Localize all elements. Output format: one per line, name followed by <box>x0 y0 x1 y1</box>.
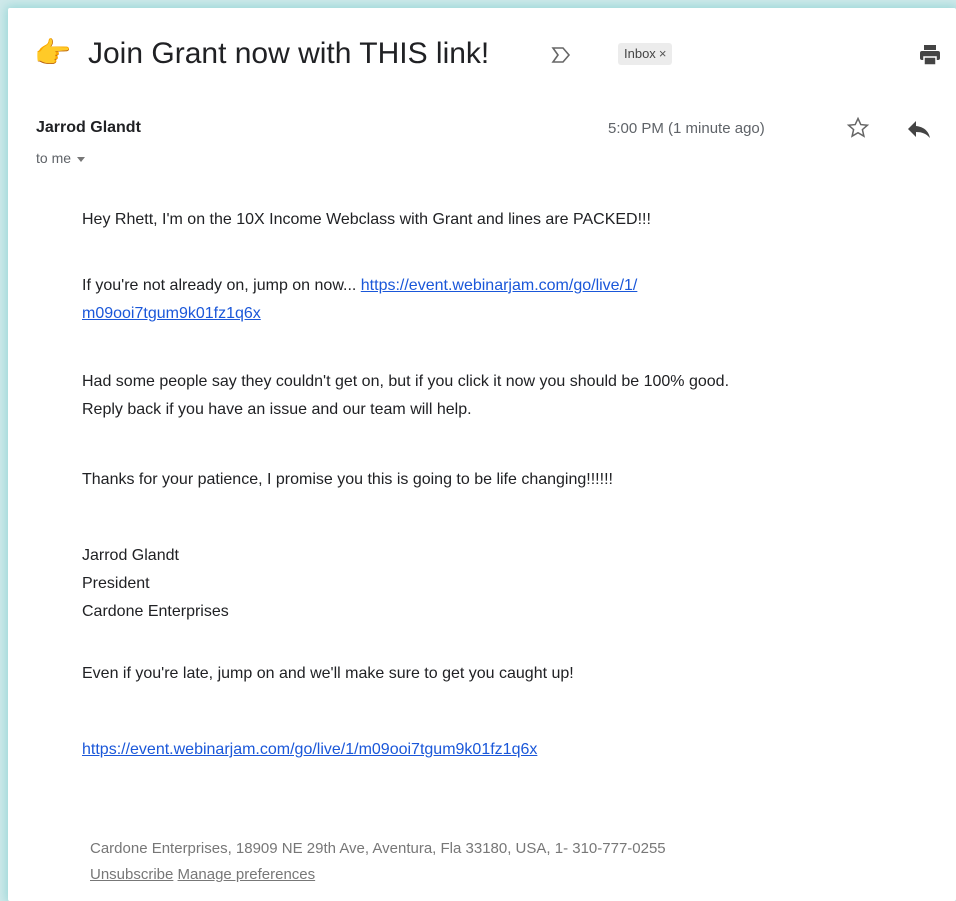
recipient-details[interactable]: to me <box>36 150 86 166</box>
body-paragraph-thanks: Thanks for your patience, I promise you … <box>82 471 613 488</box>
body-paragraph-link: If you're not already on, jump on now...… <box>82 272 637 328</box>
signature-title: President <box>82 575 150 592</box>
signature-company: Cardone Enterprises <box>82 603 229 620</box>
manage-preferences-link[interactable]: Manage preferences <box>178 866 316 883</box>
webinar-link-full[interactable]: https://event.webinarjam.com/go/live/1/m… <box>82 741 537 758</box>
footer-address: Cardone Enterprises, 18909 NE 29th Ave, … <box>90 840 666 857</box>
signature-block: Jarrod Glandt President Cardone Enterprise… <box>82 542 229 626</box>
chevron-down-icon[interactable] <box>77 156 86 162</box>
reply-icon[interactable] <box>906 118 932 140</box>
body-paragraph-text: If you're not already on, jump on now... <box>82 277 361 294</box>
print-icon[interactable] <box>917 42 943 68</box>
important-marker-icon[interactable] <box>550 44 572 66</box>
body-paragraph-final-link: https://event.webinarjam.com/go/live/1/m… <box>82 736 537 764</box>
signature-name: Jarrod Glandt <box>82 547 179 564</box>
recipient-text: to me <box>36 150 72 166</box>
support-line-2: Reply back if you have an issue and our … <box>82 401 472 418</box>
subject-row: 👉 Join Grant now with THIS link! Inbox × <box>34 30 956 78</box>
unsubscribe-link[interactable]: Unsubscribe <box>90 866 173 883</box>
body-paragraph-support: Had some people say they couldn't get on… <box>82 368 729 424</box>
body-greeting: Hey Rhett, I'm on the 10X Income Webclas… <box>82 211 651 228</box>
email-window: 👉 Join Grant now with THIS link! Inbox × … <box>8 8 956 901</box>
inbox-label-chip[interactable]: Inbox × <box>618 43 673 65</box>
sender-name[interactable]: Jarrod Glandt <box>36 119 141 137</box>
remove-label-icon[interactable]: × <box>659 46 667 61</box>
star-icon[interactable] <box>846 116 870 140</box>
email-subject: Join Grant now with THIS link! <box>88 37 490 70</box>
footer-links: Unsubscribe Manage preferences <box>90 862 666 888</box>
email-timestamp: 5:00 PM (1 minute ago) <box>608 120 765 137</box>
pointing-hand-emoji: 👉 <box>34 37 72 70</box>
body-paragraph-late: Even if you're late, jump on and we'll m… <box>82 665 574 682</box>
webinar-link-part1: https://event.webinarjam.com/go/live/1/ <box>360 277 638 294</box>
email-footer: Cardone Enterprises, 18909 NE 29th Ave, … <box>90 836 666 888</box>
support-line-1: Had some people say they couldn't get on… <box>82 373 730 390</box>
webinar-link-part2: m09ooi7tgum9k01fz1q6x <box>82 305 261 322</box>
inbox-label-text: Inbox <box>624 46 656 61</box>
